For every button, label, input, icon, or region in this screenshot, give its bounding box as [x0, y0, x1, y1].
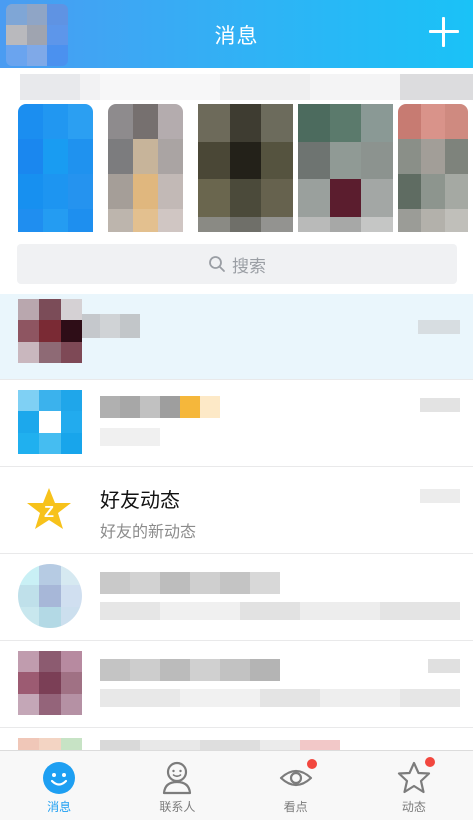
contacts-icon [163, 761, 192, 795]
contact-name-blurred [100, 572, 280, 594]
message-preview-blurred [100, 602, 460, 620]
story-tile[interactable] [398, 104, 468, 244]
plus-icon[interactable] [429, 17, 459, 47]
bottom-tab-bar: 消息 联系人 看点 动态 [0, 750, 473, 820]
tab-label: 消息 [47, 800, 72, 814]
conversation-item[interactable] [0, 294, 473, 380]
timestamp-blurred [428, 659, 460, 673]
conversation-list: Z 好友动态 好友的新动态 [0, 294, 473, 758]
search-icon [209, 256, 225, 272]
avatar [18, 299, 82, 363]
contact-name-blurred [100, 396, 220, 418]
notification-badge [306, 759, 317, 769]
message-icon [43, 762, 76, 794]
story-tile[interactable] [108, 104, 183, 244]
message-preview-blurred [100, 689, 460, 707]
tab-discover[interactable]: 看点 [237, 751, 355, 820]
contact-name-blurred [100, 659, 280, 681]
svg-text:Z: Z [44, 504, 54, 521]
tab-label: 看点 [283, 800, 308, 814]
avatar [18, 564, 82, 628]
contact-name-blurred [82, 314, 140, 338]
timestamp-blurred [418, 320, 460, 334]
avatar [18, 651, 82, 715]
qzone-star-icon: Z [27, 488, 71, 529]
conversation-item-friend-feed[interactable]: Z 好友动态 好友的新动态 [0, 467, 473, 554]
tab-feeds[interactable]: 动态 [355, 751, 473, 820]
message-preview-blurred [100, 428, 160, 446]
story-tile[interactable] [18, 104, 93, 244]
stories-header-strip [0, 74, 473, 100]
timestamp-blurred [420, 489, 460, 503]
search-placeholder: 搜索 [232, 256, 266, 277]
conversation-title: 好友动态 [100, 488, 180, 512]
tab-label: 动态 [401, 800, 426, 814]
timestamp-blurred [420, 398, 460, 412]
stories-row [0, 68, 473, 254]
notification-badge [424, 757, 435, 767]
conversation-item[interactable] [0, 641, 473, 728]
top-bar: 消息 [0, 0, 473, 68]
avatar [18, 390, 82, 454]
conversation-subtitle: 好友的新动态 [100, 522, 197, 541]
search-input[interactable]: 搜索 [17, 244, 457, 284]
tab-contacts[interactable]: 联系人 [118, 751, 236, 820]
conversation-item[interactable] [0, 380, 473, 467]
conversation-item[interactable] [0, 554, 473, 641]
tab-messages[interactable]: 消息 [0, 751, 118, 820]
page-title: 消息 [214, 24, 259, 48]
tab-label: 联系人 [159, 800, 196, 814]
search-section: 搜索 [0, 232, 473, 294]
